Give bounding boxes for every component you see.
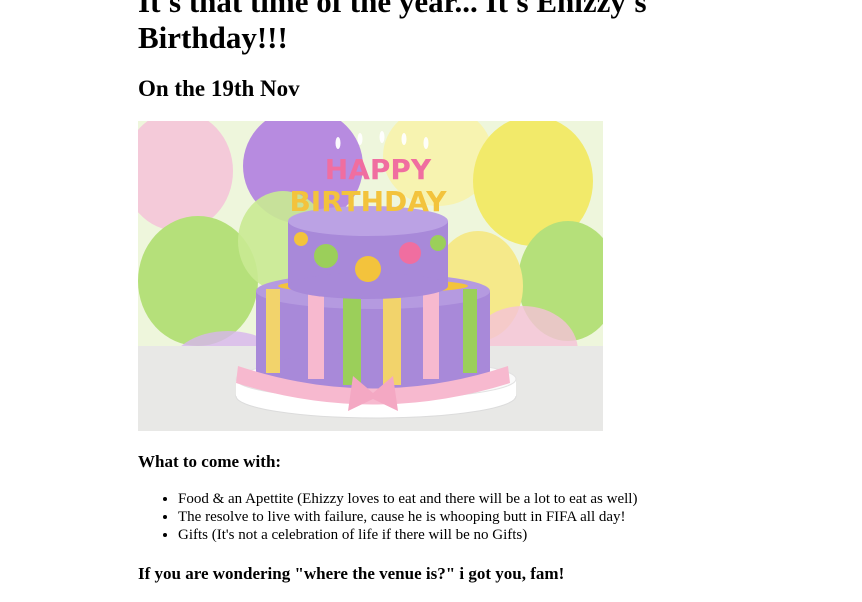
list-item: Gifts (It's not a celebration of life if… <box>178 526 838 544</box>
page-content: It's that time of the year... It's Ehizz… <box>138 0 838 585</box>
birthday-cake-image: HAPPY BIRTHDAY <box>138 121 603 431</box>
page-title: It's that time of the year... It's Ehizz… <box>138 0 647 55</box>
birthday-date: On the 19th Nov <box>138 76 300 101</box>
list-item: Food & an Apettite (Ehizzy loves to eat … <box>178 490 838 508</box>
list-item: The resolve to live with failure, cause … <box>178 508 838 526</box>
bring-heading: What to come with: <box>138 452 282 471</box>
bring-list: Food & an Apettite (Ehizzy loves to eat … <box>138 490 838 544</box>
cake-topper-happy: HAPPY <box>325 153 432 186</box>
cake-topper-birthday: BIRTHDAY <box>289 185 447 218</box>
venue-heading: If you are wondering "where the venue is… <box>138 564 565 583</box>
